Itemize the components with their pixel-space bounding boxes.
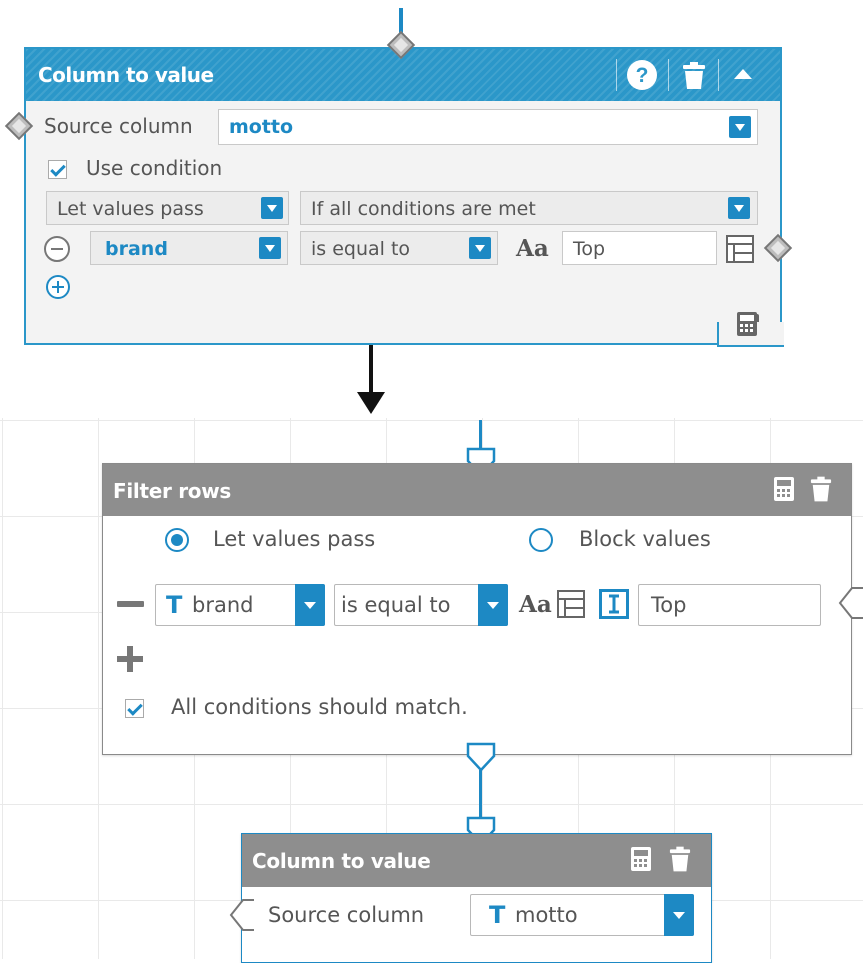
condition-value-text: Top <box>573 238 606 260</box>
match-select[interactable]: If all conditions are met <box>300 191 758 225</box>
connector-line <box>479 770 482 820</box>
calculator-icon[interactable] <box>630 846 652 876</box>
column-list-icon[interactable] <box>557 590 585 622</box>
column-list-icon[interactable] <box>726 235 754 267</box>
chevron-down-icon[interactable] <box>729 116 751 138</box>
header-separator <box>718 59 719 91</box>
trash-icon[interactable] <box>682 62 706 94</box>
condition-operator-value: is equal to <box>311 238 411 260</box>
chevron-down-icon[interactable] <box>469 237 491 259</box>
svg-text:?: ? <box>636 64 649 87</box>
add-condition-icon[interactable] <box>46 275 70 299</box>
chevron-down-icon[interactable] <box>664 894 694 936</box>
use-condition-checkbox[interactable] <box>48 160 67 179</box>
condition-value-input[interactable]: Top <box>638 584 821 626</box>
use-condition-label: Use condition <box>86 156 223 180</box>
chevron-down-icon[interactable] <box>728 197 750 219</box>
trash-icon[interactable] <box>810 476 832 507</box>
column-to-value-node: Column to value Source column T motto <box>241 833 712 963</box>
header-separator <box>668 59 669 91</box>
source-column-value: motto <box>515 903 578 927</box>
remove-condition-icon[interactable] <box>44 236 70 262</box>
text-type-icon: T <box>166 591 183 619</box>
collapse-chevron-up-icon[interactable] <box>734 69 752 79</box>
node-title: Filter rows <box>113 479 232 503</box>
source-column-label: Source column <box>44 114 193 138</box>
all-conditions-label: All conditions should match. <box>171 695 468 719</box>
block-values-radio[interactable] <box>529 528 553 552</box>
source-column-select[interactable]: motto <box>218 109 758 145</box>
mode-select[interactable]: Let values pass <box>46 191 289 225</box>
text-type-icon: T <box>489 901 506 929</box>
source-column-value: motto <box>229 116 294 138</box>
transform-arrow <box>369 345 373 395</box>
mode-value: Let values pass <box>57 198 204 220</box>
chevron-down-icon[interactable] <box>295 584 325 626</box>
all-conditions-checkbox[interactable] <box>125 699 144 718</box>
source-column-label: Source column <box>268 903 425 927</box>
node-header: Column to value <box>242 834 711 887</box>
output-port-icon[interactable] <box>838 586 863 624</box>
block-values-label: Block values <box>579 527 711 551</box>
condition-value-text: Top <box>651 593 687 617</box>
condition-column-value: brand <box>192 593 254 617</box>
node-title: Column to value <box>38 63 214 87</box>
text-cursor-icon[interactable] <box>599 589 629 623</box>
condition-operator-value: is equal to <box>341 593 451 617</box>
condition-column-select[interactable]: brand <box>90 231 288 265</box>
condition-operator-select[interactable]: is equal to <box>300 231 498 265</box>
condition-column-value: brand <box>105 238 168 260</box>
add-condition-icon[interactable] <box>117 646 143 672</box>
chevron-down-icon[interactable] <box>261 197 283 219</box>
match-value: If all conditions are met <box>311 198 536 220</box>
calculator-icon[interactable] <box>773 476 795 506</box>
condition-value-input[interactable]: Top <box>562 231 717 265</box>
arrow-head-icon <box>357 392 385 414</box>
source-column-select[interactable]: T motto <box>470 894 694 936</box>
left-port-icon[interactable] <box>229 898 255 936</box>
let-values-pass-label: Let values pass <box>213 527 376 551</box>
remove-condition-icon[interactable] <box>117 601 144 607</box>
condition-operator-select[interactable]: is equal to <box>334 584 508 626</box>
help-icon[interactable]: ? <box>627 60 657 90</box>
chevron-down-icon[interactable] <box>478 584 508 626</box>
column-to-value-node-expanded: Column to value ? Source column motto Us… <box>24 47 782 345</box>
calculator-icon[interactable] <box>736 311 758 341</box>
let-values-pass-radio[interactable] <box>165 528 189 552</box>
node-header: Filter rows <box>103 464 851 516</box>
chevron-down-icon[interactable] <box>259 237 281 259</box>
node-title: Column to value <box>252 849 431 873</box>
condition-column-select[interactable]: T brand <box>155 584 325 626</box>
filter-rows-node: Filter rows Let values pass Block values… <box>102 463 852 755</box>
case-sensitive-icon[interactable]: Aa <box>516 235 549 262</box>
header-separator <box>616 59 617 91</box>
trash-icon[interactable] <box>669 846 691 877</box>
case-sensitive-icon[interactable]: Aa <box>519 591 552 618</box>
